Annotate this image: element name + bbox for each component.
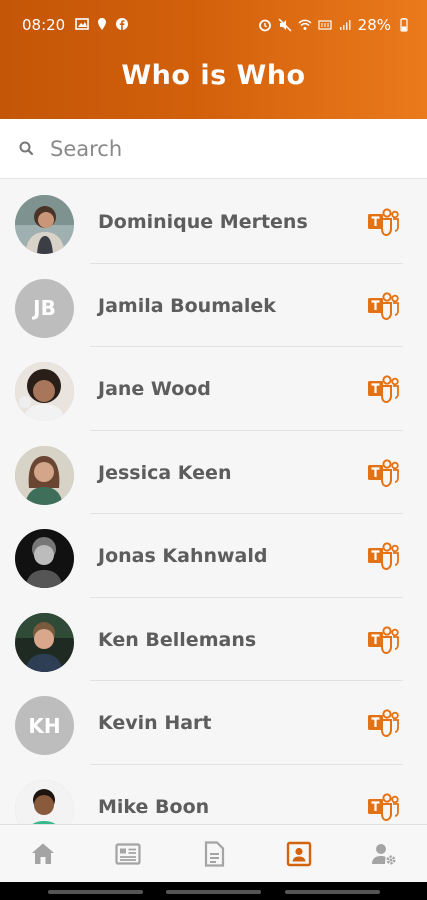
person-row-jonas-kahnwald[interactable]: Jonas Kahnwald	[0, 514, 427, 598]
bottom-navigation	[0, 824, 427, 882]
avatar-photo	[15, 612, 74, 672]
mute-icon	[278, 18, 292, 32]
user-settings-icon	[372, 843, 396, 864]
location-icon	[98, 18, 106, 30]
alarm-icon	[258, 19, 271, 32]
home-icon	[31, 843, 54, 864]
avatar-photo	[15, 362, 74, 421]
teams-icon[interactable]	[366, 708, 400, 738]
person-name: Jessica Keen	[98, 461, 232, 484]
battery-icon	[400, 18, 408, 32]
teams-icon[interactable]	[366, 792, 400, 822]
person-name: Jane Wood	[98, 378, 211, 400]
teams-icon[interactable]	[366, 625, 400, 655]
teams-icon[interactable]	[366, 458, 400, 488]
person-name: Jonas Kahnwald	[98, 545, 268, 567]
gesture-pill	[166, 890, 261, 894]
nav-home[interactable]	[0, 825, 85, 882]
avatar	[15, 529, 74, 588]
system-navigation-bar	[0, 882, 427, 900]
avatar-photo	[15, 445, 74, 505]
person-row-dominique-mertens[interactable]: Dominique Mertens	[0, 180, 427, 264]
person-name: Ken Bellemans	[98, 628, 257, 651]
battery-percent: 28%	[357, 16, 391, 34]
avatar	[15, 362, 74, 421]
teams-icon[interactable]	[366, 541, 400, 571]
avatar-initials: JB	[15, 278, 74, 338]
search-icon	[19, 141, 34, 156]
app-header: 08:20 28% Who is Who	[0, 0, 427, 119]
people-list: Dominique Mertens JB Jamila Boumalek Jan…	[0, 180, 427, 848]
person-name: Dominique Mertens	[98, 211, 308, 233]
nav-documents[interactable]	[171, 825, 256, 882]
search-bar	[0, 119, 427, 179]
nav-user-settings[interactable]	[342, 825, 427, 882]
status-bar: 08:20 28%	[0, 0, 427, 52]
avatar-photo	[15, 195, 74, 254]
person-row-jessica-keen[interactable]: Jessica Keen	[0, 431, 427, 514]
wifi-icon	[298, 19, 312, 30]
nav-news[interactable]	[85, 825, 170, 882]
person-name: Jamila Boumalek	[98, 294, 276, 317]
avatar	[15, 195, 74, 254]
notification-icons	[75, 17, 129, 31]
facebook-icon	[116, 18, 128, 30]
search-input[interactable]	[50, 129, 410, 169]
person-name: Mike Boon	[98, 795, 210, 818]
avatar	[15, 445, 74, 505]
news-icon	[115, 842, 141, 865]
volte-icon	[318, 20, 332, 30]
teams-icon[interactable]	[366, 207, 400, 237]
avatar-initials: KH	[15, 696, 74, 755]
gesture-pill	[285, 890, 380, 894]
person-row-jamila-boumalek[interactable]: JB Jamila Boumalek	[0, 264, 427, 347]
status-time: 08:20	[22, 16, 66, 34]
contacts-icon	[286, 841, 312, 866]
avatar-photo	[15, 529, 74, 588]
person-row-ken-bellemans[interactable]: Ken Bellemans	[0, 598, 427, 681]
teams-icon[interactable]	[366, 291, 400, 321]
person-row-kevin-hart[interactable]: KH Kevin Hart	[0, 681, 427, 765]
person-name: Kevin Hart	[98, 712, 212, 734]
signal-icon	[339, 20, 351, 30]
nav-contacts[interactable]	[256, 825, 341, 882]
person-row-jane-wood[interactable]: Jane Wood	[0, 347, 427, 431]
page-title: Who is Who	[121, 60, 306, 91]
system-status-icons: 28%	[258, 16, 411, 34]
gallery-icon	[75, 18, 89, 30]
avatar	[15, 612, 74, 672]
teams-icon[interactable]	[366, 374, 400, 404]
gesture-pill	[48, 890, 143, 894]
document-icon	[204, 840, 224, 867]
